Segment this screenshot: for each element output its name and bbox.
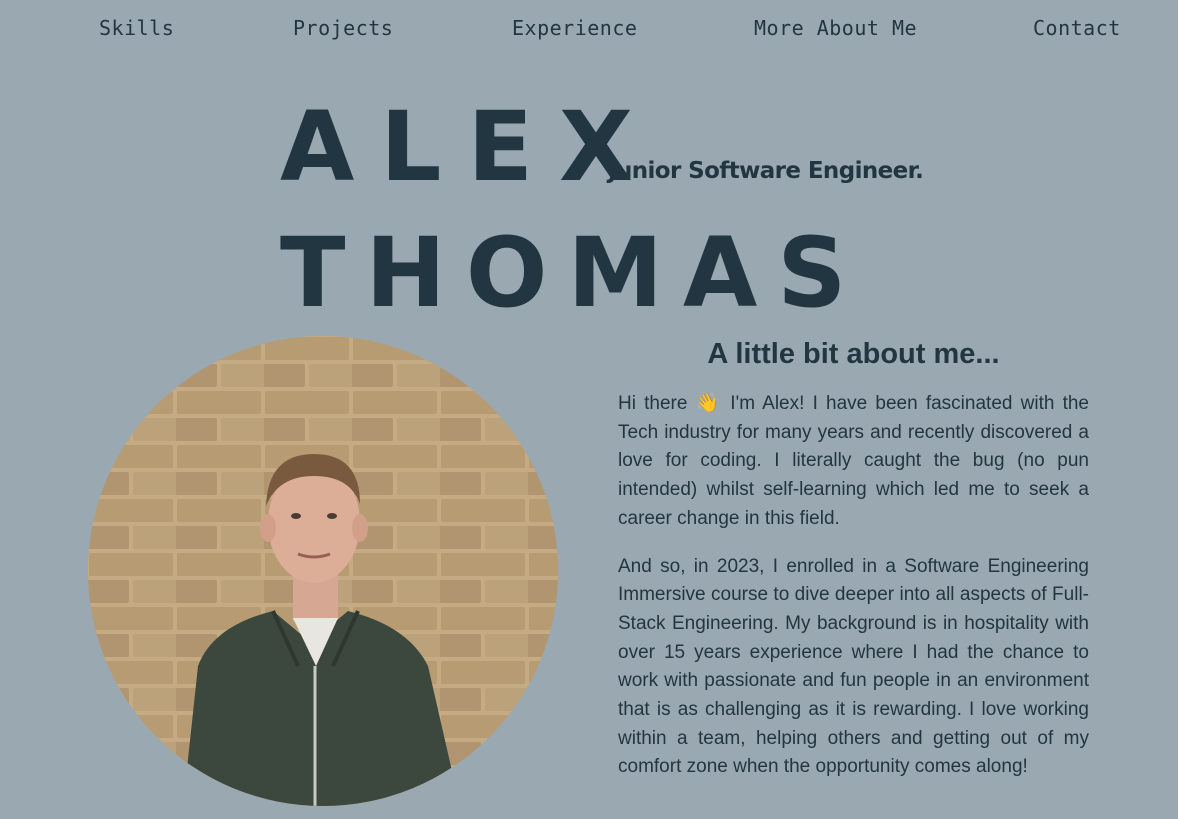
nav-link-contact[interactable]: Contact (1033, 16, 1121, 40)
hero-first-name: ALEX (280, 91, 660, 203)
about-paragraph: Hi there 👋 I'm Alex! I have been fascina… (618, 393, 1089, 529)
nav-link-skills[interactable]: Skills (99, 16, 174, 40)
top-nav: Skills Projects Experience More About Me… (0, 16, 1178, 46)
about-heading: A little bit about me... (707, 338, 1000, 370)
hero-last-name: THOMAS (280, 217, 867, 329)
nav-link-more-about-me[interactable]: More About Me (754, 16, 917, 40)
about-paragraph: And so, in 2023, I enrolled in a Softwar… (618, 555, 1089, 778)
nav-link-projects[interactable]: Projects (293, 16, 393, 40)
profile-photo (88, 336, 558, 806)
nav-link-experience[interactable]: Experience (512, 16, 637, 40)
hero-tagline: Junior Software Engineer. (608, 158, 924, 184)
about-text: Hi there 👋 I'm Alex! I have been fascina… (618, 390, 1089, 801)
